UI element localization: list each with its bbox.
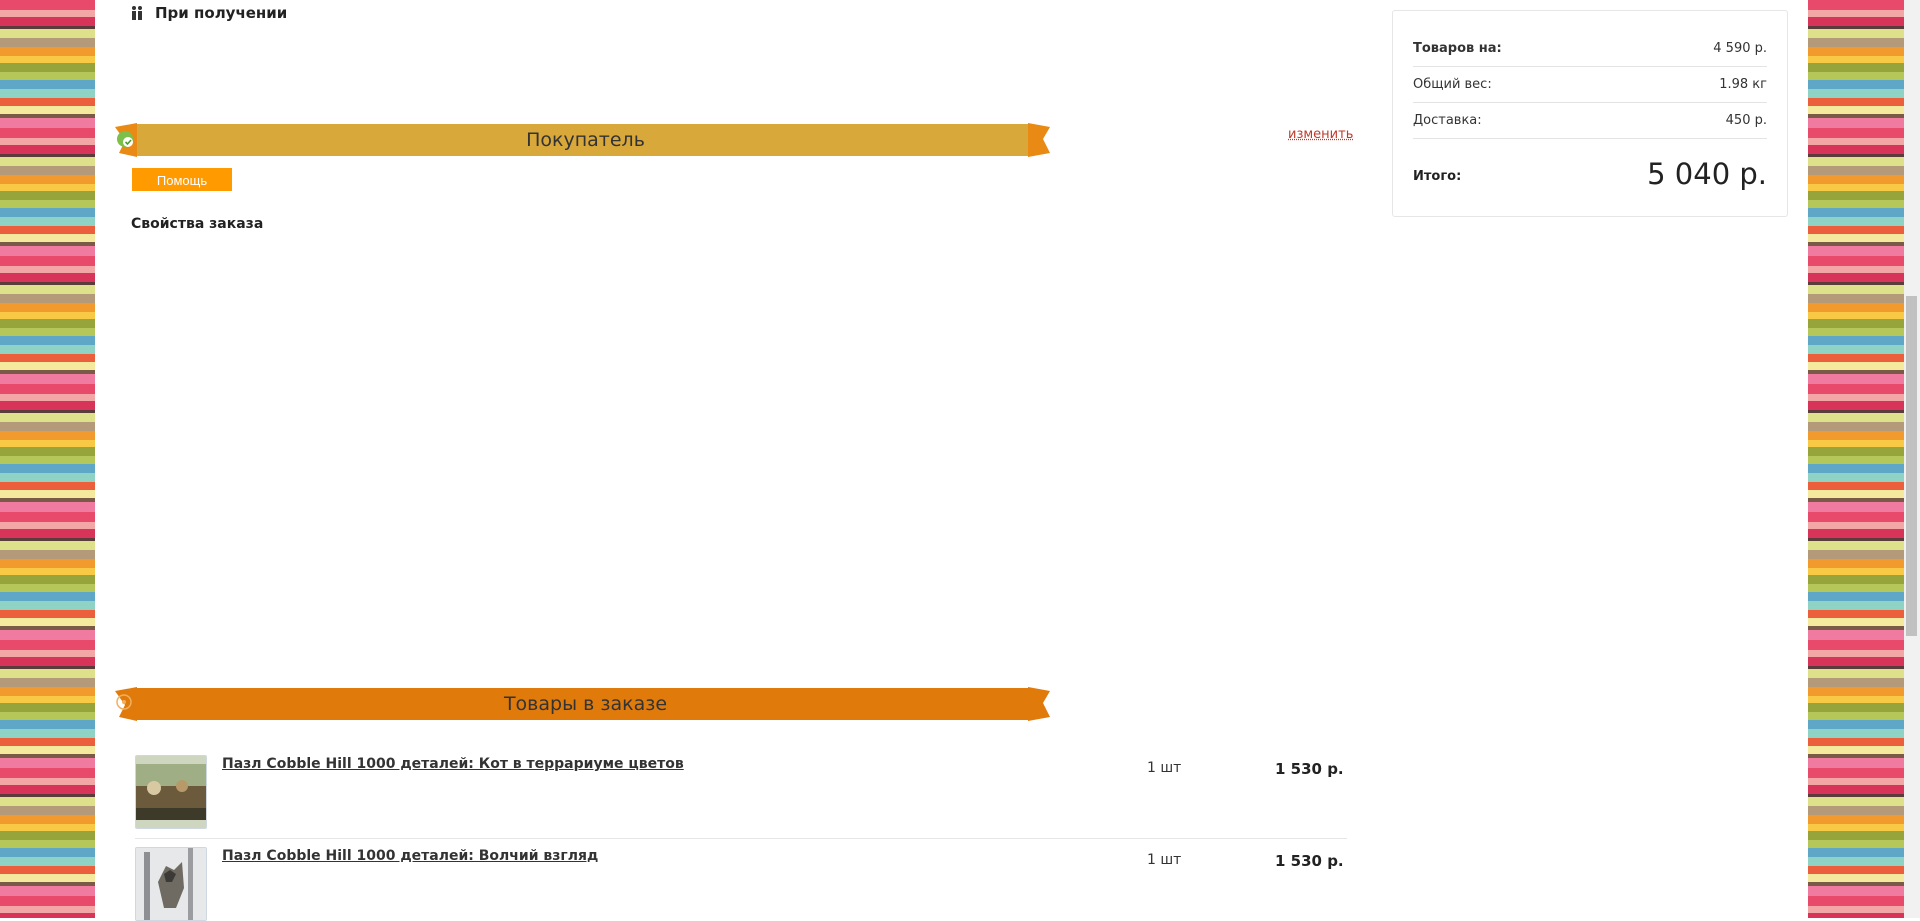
summary-goods-row: Товаров на: 4 590 р. (1413, 41, 1767, 56)
decorative-stripes-left (0, 0, 95, 918)
product-thumbnail[interactable] (135, 755, 207, 829)
item-quantity: 1 шт (1147, 760, 1182, 776)
item-price: 1 530 р. (1275, 760, 1344, 778)
order-summary-panel: Товаров на: 4 590 р. Общий вес: 1.98 кг … (1392, 10, 1788, 217)
order-item: Пазл Cobble Hill 1000 деталей: Волчий вз… (135, 847, 1347, 921)
decorative-stripes-right (1808, 0, 1904, 918)
help-button[interactable]: Помощь (132, 168, 232, 191)
summary-divider (1413, 138, 1767, 139)
summary-delivery-value: 450 р. (1725, 113, 1767, 128)
summary-weight-row: Общий вес: 1.98 кг (1413, 77, 1767, 92)
summary-weight-label: Общий вес: (1413, 77, 1492, 92)
hand-payment-icon (129, 5, 145, 21)
item-price: 1 530 р. (1275, 852, 1344, 870)
goods-section-banner: Товары в заказе (115, 687, 1050, 721)
product-link[interactable]: Пазл Cobble Hill 1000 деталей: Волчий вз… (222, 848, 598, 864)
summary-weight-value: 1.98 кг (1719, 77, 1767, 92)
summary-total-value: 5 040 р. (1647, 157, 1767, 191)
summary-total-label: Итого: (1413, 169, 1462, 184)
product-link[interactable]: Пазл Cobble Hill 1000 деталей: Кот в тер… (222, 756, 684, 772)
product-thumbnail[interactable] (135, 847, 207, 921)
item-quantity: 1 шт (1147, 852, 1182, 868)
goods-section-title: Товары в заказе (503, 693, 668, 715)
buyer-section-banner: Покупатель (115, 123, 1050, 157)
payment-label: При получении (155, 4, 288, 22)
summary-goods-value: 4 590 р. (1713, 41, 1767, 56)
summary-delivery-label: Доставка: (1413, 113, 1482, 128)
summary-divider (1413, 66, 1767, 67)
scrollbar-thumb[interactable] (1906, 296, 1917, 636)
payment-method: При получении (129, 4, 287, 22)
order-properties-title: Свойства заказа (131, 216, 264, 232)
buyer-section-title: Покупатель (526, 129, 645, 151)
edit-buyer-link[interactable]: изменить (1288, 127, 1353, 142)
summary-divider (1413, 102, 1767, 103)
summary-delivery-row: Доставка: 450 р. (1413, 113, 1767, 128)
order-item: Пазл Cobble Hill 1000 деталей: Кот в тер… (135, 755, 1347, 839)
summary-goods-label: Товаров на: (1413, 41, 1502, 56)
